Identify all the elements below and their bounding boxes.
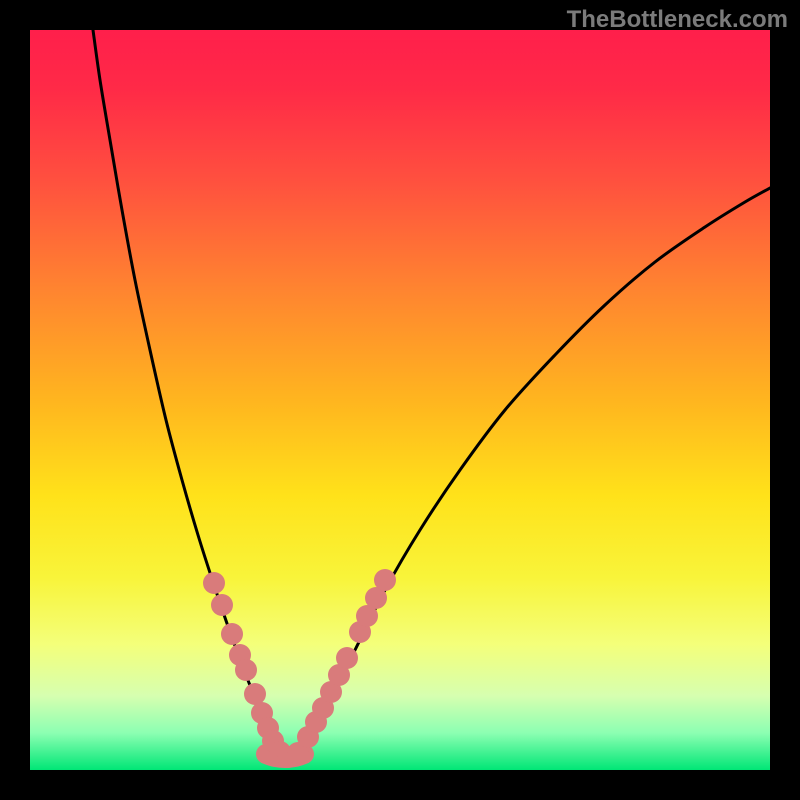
chart-frame — [30, 30, 770, 770]
series-left-curve — [93, 30, 285, 756]
chart-curves — [30, 30, 770, 770]
data-marker — [221, 623, 243, 645]
series-right-curve — [285, 188, 770, 756]
watermark-text: TheBottleneck.com — [567, 6, 788, 34]
data-marker — [203, 572, 225, 594]
data-marker — [211, 594, 233, 616]
data-marker — [374, 569, 396, 591]
data-marker — [244, 683, 266, 705]
data-marker — [336, 647, 358, 669]
data-marker — [235, 659, 257, 681]
